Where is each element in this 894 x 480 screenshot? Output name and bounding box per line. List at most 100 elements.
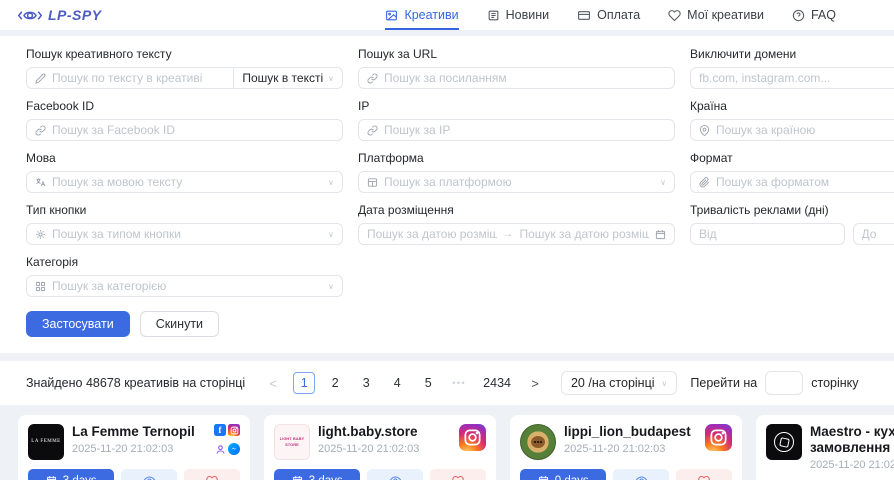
views-button[interactable]	[367, 469, 423, 480]
calendar-icon	[46, 475, 57, 480]
field-label: Мова	[26, 151, 343, 165]
chevron-down-icon: ∨	[328, 178, 334, 187]
field-label: Виключити домени	[690, 47, 894, 61]
profile-icon[interactable]	[214, 443, 226, 455]
page-button-1[interactable]: 1	[293, 372, 315, 394]
facebook-id-input[interactable]: Пошук за Facebook ID	[26, 119, 343, 141]
card-title: light.baby.store	[318, 424, 451, 440]
arrow-right-icon: →	[503, 228, 514, 240]
page-size-select[interactable]: 20 /на сторінці ∨	[561, 371, 677, 395]
facebook-icon[interactable]: f	[214, 424, 226, 436]
field-label: Facebook ID	[26, 99, 343, 113]
views-button[interactable]	[613, 469, 669, 480]
creative-card[interactable]: lippi_lion_budapest 2025-11-20 21:02:03 …	[510, 415, 742, 480]
field-label: Платформа	[358, 151, 675, 165]
instagram-icon[interactable]	[459, 424, 486, 451]
days-badge-button[interactable]: 0 days	[520, 469, 606, 480]
duration-to-input[interactable]: До	[853, 223, 894, 245]
eye-icon	[389, 474, 402, 480]
page-button-last[interactable]: 2434	[479, 372, 515, 394]
days-badge-button[interactable]: 3 days	[28, 469, 114, 480]
creative-card[interactable]: LA FEMME La Femme Ternopil 2025-11-20 21…	[18, 415, 250, 480]
views-button[interactable]	[121, 469, 177, 480]
header: LP-SPY Креативи Новини Оплата Мої креати…	[0, 0, 894, 30]
nav-my-creatives[interactable]: Мої креативи	[668, 0, 764, 30]
page-button-4[interactable]: 4	[386, 372, 408, 394]
chevron-down-icon: ∨	[662, 379, 668, 388]
button-type-select[interactable]: Пошук за типом кнопки ∨	[26, 223, 343, 245]
filter-panel: Пошук креативного тексту Пошук по тексту…	[0, 36, 894, 353]
nav-label: FAQ	[811, 8, 836, 22]
placement-date-range-picker[interactable]: Пошук за датою розміщення → Пошук за дат…	[358, 223, 675, 245]
select-value: Пошук в тексті	[242, 71, 323, 85]
eye-icon	[635, 474, 648, 480]
jump-page-input[interactable]	[765, 371, 803, 395]
exclude-domains-input[interactable]: fb.com, instagram.com...	[690, 67, 894, 89]
category-select[interactable]: Пошук за категорією ∨	[26, 275, 343, 297]
grid-icon	[35, 281, 46, 292]
prev-page-button[interactable]: <	[262, 372, 284, 394]
question-icon	[792, 9, 805, 22]
input-placeholder: Пошук за мовою тексту	[52, 175, 322, 189]
page-size-value: 20 /на сторінці	[571, 376, 655, 390]
nav-news[interactable]: Новини	[487, 0, 550, 30]
field-label: Дата розміщення	[358, 203, 675, 217]
field-label: Категорія	[26, 255, 343, 269]
url-input[interactable]: Пошук за посиланням	[358, 67, 675, 89]
favorite-button[interactable]	[184, 469, 240, 480]
next-page-button[interactable]: >	[524, 372, 546, 394]
ip-input[interactable]: Пошук за IP	[358, 119, 675, 141]
messenger-icon[interactable]	[228, 443, 240, 455]
field-placement-date: Дата розміщення Пошук за датою розміщенн…	[358, 203, 675, 245]
avatar	[520, 424, 556, 460]
reset-button[interactable]: Скинути	[140, 311, 219, 337]
field-creative-text: Пошук креативного тексту Пошук по тексту…	[26, 47, 343, 89]
avatar	[766, 424, 802, 460]
creatives-grid: LA FEMME La Femme Ternopil 2025-11-20 21…	[0, 415, 894, 480]
creative-card[interactable]: Maestro - кухні, меблі на замовлення в У…	[756, 415, 894, 480]
card-date: 2025-11-20 21:02:03	[318, 443, 451, 455]
field-label: Тривалість реклами (дні)	[690, 203, 894, 217]
field-label: Пошук креативного тексту	[26, 47, 343, 61]
page-button-2[interactable]: 2	[324, 372, 346, 394]
country-input[interactable]: Пошук за країною	[690, 119, 894, 141]
text-search-mode-select[interactable]: Пошук в тексті ∨	[233, 68, 342, 88]
eye-icon	[143, 474, 156, 480]
days-label: 3 days	[63, 475, 97, 480]
nav-payment[interactable]: Оплата	[577, 0, 640, 30]
page-button-5[interactable]: 5	[417, 372, 439, 394]
field-label: Тип кнопки	[26, 203, 343, 217]
nav-creatives[interactable]: Креативи	[385, 0, 458, 30]
favorite-button[interactable]	[430, 469, 486, 480]
days-label: 3 days	[309, 475, 343, 480]
language-select[interactable]: Пошук за мовою тексту ∨	[26, 171, 343, 193]
favorite-button[interactable]	[676, 469, 732, 480]
field-button-type: Тип кнопки Пошук за типом кнопки ∨	[26, 203, 343, 245]
card-date: 2025-11-20 21:02:03	[810, 459, 894, 471]
duration-from-input[interactable]: Від	[690, 223, 845, 245]
nav-label: Оплата	[597, 8, 640, 22]
card-title: La Femme Ternopil	[72, 424, 206, 440]
pagination-ellipsis[interactable]: •••	[448, 372, 470, 394]
chevron-down-icon: ∨	[328, 282, 334, 291]
creative-text-input[interactable]: Пошук по тексту в креативі Пошук в текст…	[26, 67, 343, 89]
heart-icon	[452, 475, 464, 480]
heart-icon	[206, 475, 218, 480]
field-ip: IP Пошук за IP	[358, 99, 675, 141]
input-placeholder: Від	[699, 227, 836, 241]
creative-card[interactable]: LIGHT BABY STORE light.baby.store 2025-1…	[264, 415, 496, 480]
jump-label-after: сторінку	[811, 376, 858, 390]
platform-select[interactable]: Пошук за платформою ∨	[358, 171, 675, 193]
page-button-3[interactable]: 3	[355, 372, 377, 394]
nav-label: Новини	[506, 8, 550, 22]
days-badge-button[interactable]: 3 days	[274, 469, 360, 480]
format-input[interactable]: Пошук за форматом	[690, 171, 894, 193]
apply-button[interactable]: Застосувати	[26, 311, 130, 337]
instagram-icon[interactable]	[705, 424, 732, 451]
logo[interactable]: LP-SPY	[18, 7, 102, 23]
avatar: LIGHT BABY STORE	[274, 424, 310, 460]
translate-icon	[35, 177, 46, 188]
input-placeholder: Пошук за IP	[384, 123, 666, 137]
instagram-icon[interactable]	[228, 424, 240, 436]
nav-faq[interactable]: FAQ	[792, 0, 836, 30]
